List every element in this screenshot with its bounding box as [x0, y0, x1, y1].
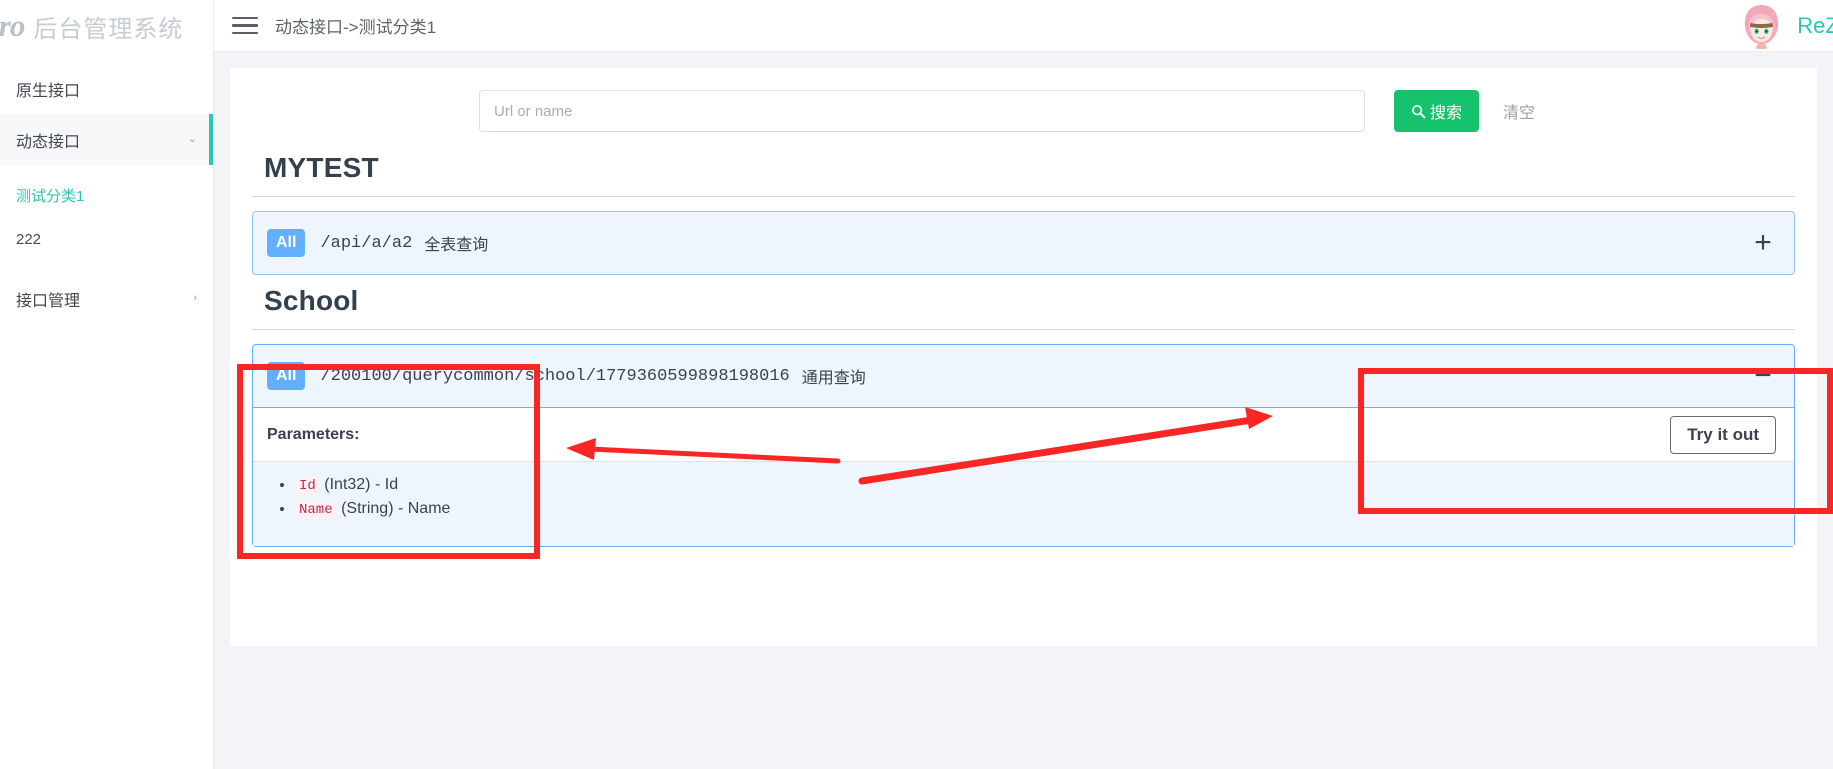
parameters-header: Parameters: Try it out [253, 408, 1794, 462]
parameter-item: Id (Int32) - Id [295, 476, 1794, 495]
main-content: 搜索 清空 MYTEST All /api/a/a2 全表查询 + [214, 52, 1833, 769]
parameter-desc: - Name [397, 500, 451, 517]
parameter-desc: - Id [374, 476, 399, 493]
group-title: MYTEST [264, 152, 379, 183]
sidebar-item-native-api[interactable]: 原生接口 [0, 63, 213, 114]
api-row-header[interactable]: All /api/a/a2 全表查询 + [253, 212, 1794, 274]
api-row-header[interactable]: All /200100/querycommon/school/177936059… [253, 345, 1794, 407]
search-button[interactable]: 搜索 [1394, 90, 1480, 132]
logo-mark: ero [0, 8, 25, 43]
parameter-items: Id (Int32) - Id Name (String) - Name [295, 476, 1794, 519]
hamburger-icon[interactable] [232, 16, 258, 35]
search-button-label: 搜索 [1430, 105, 1463, 122]
content-panel: 搜索 清空 MYTEST All /api/a/a2 全表查询 + [230, 68, 1817, 646]
http-method-badge: All [267, 229, 306, 257]
parameter-type: (String) [341, 500, 394, 517]
app-logo[interactable]: ero 后台管理系统 [0, 0, 213, 52]
breadcrumb: 动态接口->测试分类1 [275, 18, 437, 37]
sidebar: ero 后台管理系统 原生接口 动态接口 ⌄ 测试分类1 222 接口管理 › [0, 0, 214, 769]
logo-text: 后台管理系统 [33, 15, 184, 43]
search-input[interactable] [479, 90, 1365, 132]
api-description: 全表查询 [424, 237, 489, 254]
sidebar-item-label: 动态接口 [16, 133, 81, 151]
sidebar-item-dynamic-api[interactable]: 动态接口 ⌄ [0, 114, 213, 165]
parameters-list: Id (Int32) - Id Name (String) - Name [253, 462, 1794, 546]
api-description: 通用查询 [801, 370, 866, 387]
api-row-body: Parameters: Try it out Id (Int32) - Id [253, 407, 1794, 546]
api-row-expanded[interactable]: All /200100/querycommon/school/177936059… [252, 344, 1795, 547]
search-icon [1412, 104, 1426, 118]
topbar-user-area[interactable]: ReZe [1738, 2, 1833, 49]
top-bar: 动态接口->测试分类1 ReZ [214, 0, 1833, 52]
chevron-right-icon: › [193, 292, 197, 304]
chevron-down-icon: ⌄ [187, 133, 197, 145]
avatar[interactable] [1738, 2, 1786, 49]
parameter-name: Name [295, 501, 337, 519]
api-group-school: School All /200100/querycommon/school/17… [252, 285, 1795, 547]
sidebar-subitem-label: 222 [16, 230, 42, 248]
sidebar-subitem-label: 测试分类1 [16, 187, 85, 205]
active-indicator-bar [209, 114, 213, 165]
clear-button[interactable]: 清空 [1503, 99, 1535, 123]
parameter-item: Name (String) - Name [295, 500, 1794, 519]
http-method-badge: All [267, 362, 306, 390]
sidebar-item-label: 接口管理 [16, 292, 81, 310]
app-root: ero 后台管理系统 原生接口 动态接口 ⌄ 测试分类1 222 接口管理 › [0, 0, 1833, 769]
parameter-name: Id [295, 477, 320, 495]
parameter-type: (Int32) [324, 476, 371, 493]
sidebar-item-222[interactable]: 222 [0, 217, 213, 261]
sidebar-item-label: 原生接口 [16, 82, 81, 100]
api-path: /200100/querycommon/school/1779360599898… [320, 366, 790, 386]
expand-toggle-icon[interactable]: + [1750, 228, 1776, 258]
parameters-label: Parameters: [267, 425, 360, 443]
sidebar-nav: 原生接口 动态接口 ⌄ 测试分类1 222 接口管理 › [0, 52, 213, 324]
group-divider [252, 196, 1795, 197]
group-divider [252, 329, 1795, 330]
api-group-mytest: MYTEST All /api/a/a2 全表查询 + [252, 152, 1795, 275]
user-name[interactable]: ReZe [1797, 13, 1833, 39]
search-bar: 搜索 清空 [252, 90, 1795, 132]
try-it-out-button[interactable]: Try it out [1670, 415, 1776, 454]
sidebar-item-test-category-1[interactable]: 测试分类1 [0, 173, 213, 217]
avatar-image [1738, 2, 1786, 49]
sidebar-item-api-management[interactable]: 接口管理 › [0, 273, 213, 324]
group-title: School [264, 285, 359, 316]
api-row[interactable]: All /api/a/a2 全表查询 + [252, 211, 1795, 275]
api-path: /api/a/a2 [320, 233, 413, 253]
collapse-toggle-icon[interactable]: − [1750, 361, 1776, 391]
